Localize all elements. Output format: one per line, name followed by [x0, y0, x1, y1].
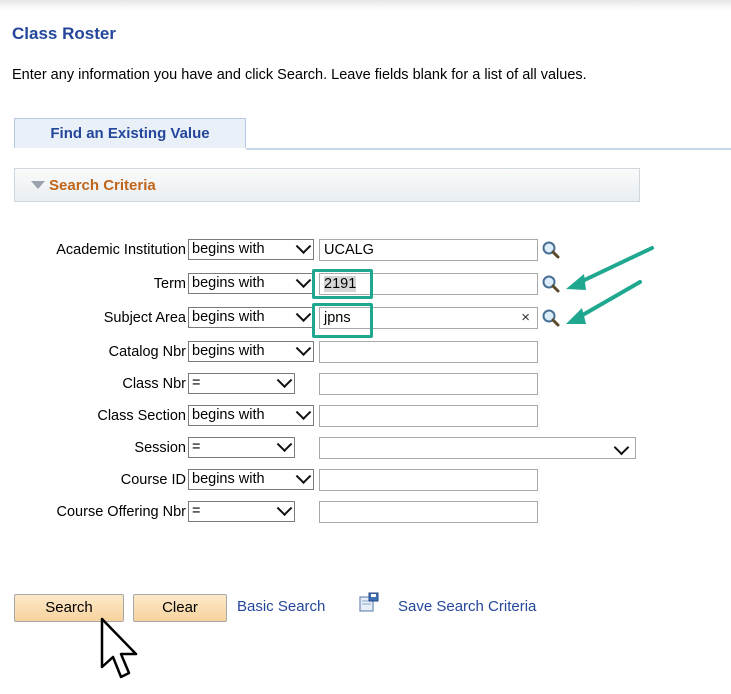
search-criteria-header[interactable]: Search Criteria — [14, 168, 640, 202]
criteria-row-catalog-nbr: Catalog Nbr — [0, 341, 186, 364]
criteria-row-subject-area: Subject Area — [0, 307, 186, 330]
operator-value: = — [192, 439, 201, 455]
chevron-down-icon — [295, 238, 312, 255]
arrow-annotation — [566, 246, 654, 324]
criteria-row-course-id: Course ID — [0, 469, 186, 492]
pointer-cursor-icon — [100, 617, 138, 679]
chevron-down-icon — [276, 500, 293, 517]
clear-x-icon[interactable]: × — [521, 308, 530, 328]
input-value: UCALG — [324, 242, 374, 258]
tab-find-existing-value[interactable]: Find an Existing Value — [14, 118, 246, 148]
term-highlight-box — [312, 269, 373, 299]
field-label: Course ID — [120, 472, 186, 488]
search-instructions: Enter any information you have and click… — [12, 67, 587, 83]
magnifier-icon[interactable] — [541, 274, 561, 294]
collapse-triangle-icon[interactable] — [31, 181, 45, 189]
academic-institution-input[interactable]: UCALG — [319, 239, 538, 261]
subject-area-highlight-box — [312, 303, 373, 338]
class-roster-page: Class Roster Enter any information you h… — [0, 0, 731, 694]
save-search-criteria-link[interactable]: Save Search Criteria — [398, 598, 536, 615]
operator-value: begins with — [192, 275, 265, 291]
magnifier-icon[interactable] — [541, 308, 561, 328]
field-label: Session — [134, 440, 186, 456]
field-label: Class Nbr — [122, 376, 186, 392]
criteria-row-academic-institution: Academic Institution — [0, 239, 186, 262]
search-criteria-label: Search Criteria — [49, 176, 156, 194]
field-label: Course Offering Nbr — [56, 504, 186, 520]
operator-value: = — [192, 375, 201, 391]
operator-value: begins with — [192, 309, 265, 325]
class-nbr-input[interactable] — [319, 373, 538, 395]
field-label: Class Section — [97, 408, 186, 424]
chevron-down-icon — [295, 306, 312, 323]
criteria-row-class-section: Class Section — [0, 405, 186, 428]
operator-select-course-offering-nbr[interactable]: = — [188, 500, 295, 522]
operator-select-catalog-nbr[interactable]: begins with — [188, 340, 314, 362]
chevron-down-icon — [295, 404, 312, 421]
operator-value: begins with — [192, 241, 265, 257]
basic-search-link[interactable]: Basic Search — [237, 598, 325, 615]
operator-select-academic-institution[interactable]: begins with — [188, 238, 314, 260]
chevron-down-icon — [295, 272, 312, 289]
operator-select-term[interactable]: begins with — [188, 272, 314, 294]
page-title: Class Roster — [12, 24, 116, 43]
operator-select-subject-area[interactable]: begins with — [188, 306, 314, 328]
operator-value: = — [192, 503, 201, 519]
criteria-row-course-offering-nbr: Course Offering Nbr — [0, 501, 186, 524]
operator-select-session[interactable]: = — [188, 436, 295, 458]
course-offering-nbr-input[interactable] — [319, 501, 538, 523]
operator-select-class-section[interactable]: begins with — [188, 404, 314, 426]
chevron-down-icon — [295, 468, 312, 485]
save-search-icon[interactable] — [358, 592, 380, 614]
session-select[interactable] — [319, 437, 636, 459]
operator-select-course-id[interactable]: begins with — [188, 468, 314, 490]
chevron-down-icon — [295, 340, 312, 357]
criteria-row-class-nbr: Class Nbr — [0, 373, 186, 396]
course-id-input[interactable] — [319, 469, 538, 491]
field-label: Catalog Nbr — [108, 344, 186, 360]
class-section-input[interactable] — [319, 405, 538, 427]
magnifier-icon[interactable] — [541, 240, 561, 260]
chevron-down-icon — [613, 439, 630, 456]
top-edge-shadow — [0, 0, 731, 10]
operator-value: begins with — [192, 407, 265, 423]
clear-button[interactable]: Clear — [133, 594, 227, 622]
operator-value: begins with — [192, 343, 265, 359]
criteria-row-session: Session — [0, 437, 186, 460]
field-label: Term — [153, 276, 186, 292]
field-label: Academic Institution — [56, 242, 186, 258]
operator-select-class-nbr[interactable]: = — [188, 372, 295, 394]
chevron-down-icon — [276, 436, 293, 453]
chevron-down-icon — [276, 372, 293, 389]
catalog-nbr-input[interactable] — [319, 341, 538, 363]
criteria-row-term: Term — [0, 273, 186, 296]
tab-divider — [246, 148, 731, 150]
field-label: Subject Area — [103, 310, 186, 326]
operator-value: begins with — [192, 471, 265, 487]
